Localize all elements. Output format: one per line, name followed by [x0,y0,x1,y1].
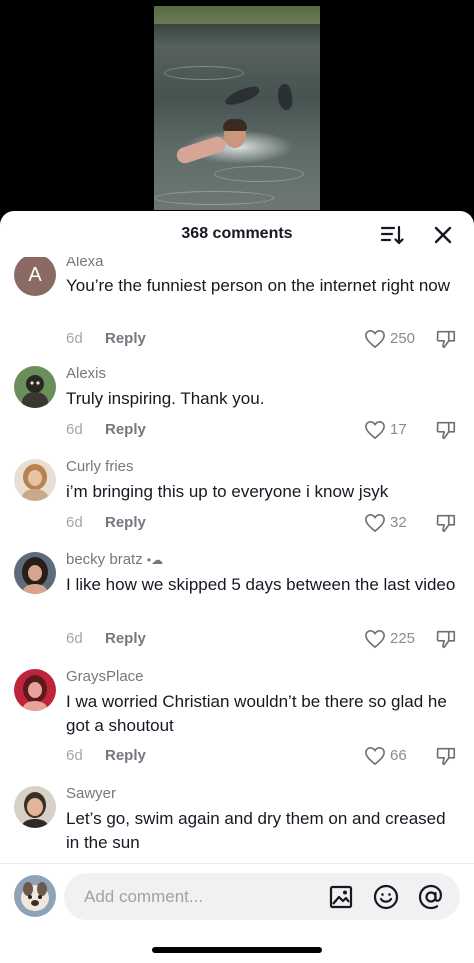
comment-text: i’m bringing this up to everyone i know … [66,482,389,501]
dislike-icon[interactable] [435,419,457,441]
comment-username[interactable]: becky bratz •☁︎ [66,551,163,568]
dolphin-fin [275,82,295,112]
comment-age: 6d [66,747,83,764]
dislike-icon[interactable] [435,628,457,650]
avatar[interactable] [14,552,56,594]
video-player[interactable] [0,0,474,240]
username-text: becky bratz [66,551,143,568]
comment-text: I like how we skipped 5 days between the… [66,575,456,594]
like-count: 225 [390,630,416,647]
dolphin-fin [223,84,261,108]
comment-text: Let’s go, swim again and dry them on and… [66,809,446,852]
reply-button[interactable]: Reply [105,514,146,531]
comment-item: Curly fries i’m bringing this up to ever… [0,458,474,549]
comment-username[interactable]: Curly fries [66,458,134,475]
avatar[interactable] [14,459,56,501]
comment-age: 6d [66,330,83,347]
reply-button[interactable]: Reply [105,330,146,347]
dislike-icon[interactable] [435,512,457,534]
heart-icon[interactable] [364,629,386,649]
reply-button[interactable]: Reply [105,421,146,438]
video-thumbnail[interactable] [154,6,320,210]
comments-header: 368 comments [0,211,474,257]
water-ripple [164,66,244,80]
comment-text: You’re the funniest person on the intern… [66,276,451,295]
like-count: 250 [390,330,416,347]
comment-text: Truly inspiring. Thank you. [66,389,265,408]
user-avatar[interactable] [14,875,56,917]
like-count: 32 [390,514,407,531]
comment-age: 6d [66,630,83,647]
reply-button[interactable]: Reply [105,630,146,647]
comment-item: Sawyer Let’s go, swim again and dry them… [0,785,474,863]
water-ripple [214,166,304,182]
water-ripple [154,191,274,205]
comments-sheet: 368 comments A Alexa You’re the funniest… [0,211,474,963]
image-icon[interactable] [328,884,354,910]
comment-username[interactable]: Sawyer [66,785,116,802]
avatar[interactable] [14,669,56,711]
river-bank [154,6,320,24]
reply-button[interactable]: Reply [105,747,146,764]
dislike-icon[interactable] [435,745,457,767]
divider [0,863,474,864]
comment-item: Alexis Truly inspiring. Thank you. 6d Re… [0,365,474,456]
mention-icon[interactable] [418,884,444,910]
comment-age: 6d [66,421,83,438]
comments-list[interactable]: A Alexa You’re the funniest person on th… [0,257,474,863]
username-emoji: •☁︎ [146,553,164,567]
comment-username[interactable]: GraysPlace [66,668,144,685]
avatar[interactable] [14,366,56,408]
comment-text: I wa worried Christian wouldn’t be there… [66,692,447,735]
comment-item: A Alexa You’re the funniest person on th… [0,257,474,361]
swimmer-hair [223,119,247,131]
sort-icon[interactable] [380,223,404,247]
home-indicator[interactable] [152,947,322,953]
comment-username[interactable]: Alexis [66,365,106,382]
dislike-icon[interactable] [435,328,457,350]
heart-icon[interactable] [364,513,386,533]
avatar[interactable]: A [14,257,56,296]
comment-composer[interactable] [64,873,460,920]
comment-input[interactable] [84,887,314,907]
like-count: 17 [390,421,407,438]
like-count: 66 [390,747,407,764]
heart-icon[interactable] [364,746,386,766]
close-icon[interactable] [431,223,455,247]
heart-icon[interactable] [364,329,386,349]
comment-item: GraysPlace I wa worried Christian wouldn… [0,668,474,783]
heart-icon[interactable] [364,420,386,440]
comment-username[interactable]: Alexa [66,257,104,270]
emoji-icon[interactable] [373,884,399,910]
comment-item: becky bratz •☁︎ I like how we skipped 5 … [0,551,474,666]
comment-age: 6d [66,514,83,531]
avatar[interactable] [14,786,56,828]
